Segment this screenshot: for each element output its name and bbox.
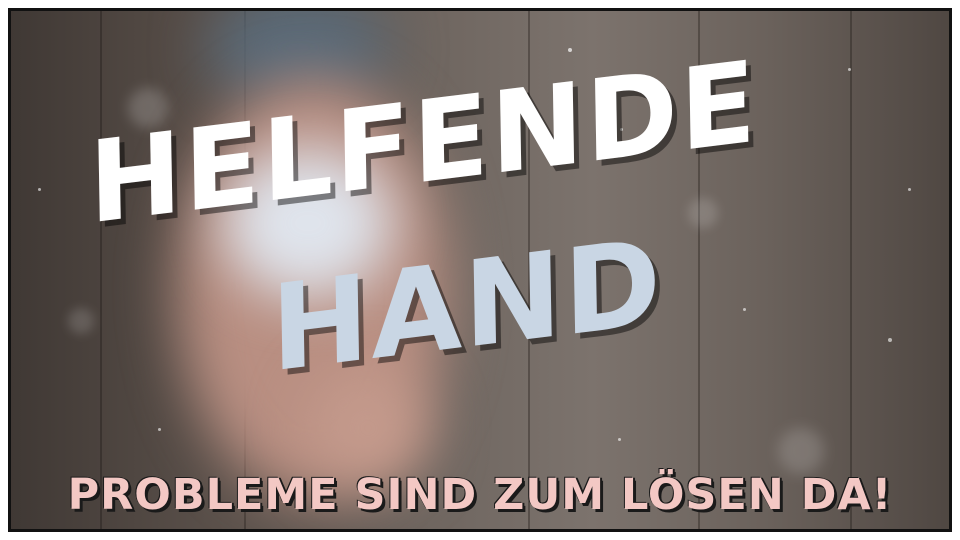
snowflake — [743, 308, 746, 311]
wood-plank-seam — [100, 8, 102, 532]
thumbnail: HELFENDE HAND PROBLEME SIND ZUM LÖSEN DA… — [0, 0, 960, 540]
tagline: PROBLEME SIND ZUM LÖSEN DA! — [67, 470, 893, 520]
snowflake — [908, 188, 911, 191]
snowflake — [38, 188, 41, 191]
snowflake — [68, 308, 94, 334]
snowflake — [688, 198, 718, 228]
snowflake — [888, 338, 892, 342]
snowflake — [778, 428, 824, 474]
snowflake — [158, 428, 161, 431]
snowflake — [618, 438, 621, 441]
wood-plank-seam — [850, 8, 852, 532]
snowflake — [568, 48, 572, 52]
snowflake — [848, 68, 851, 71]
